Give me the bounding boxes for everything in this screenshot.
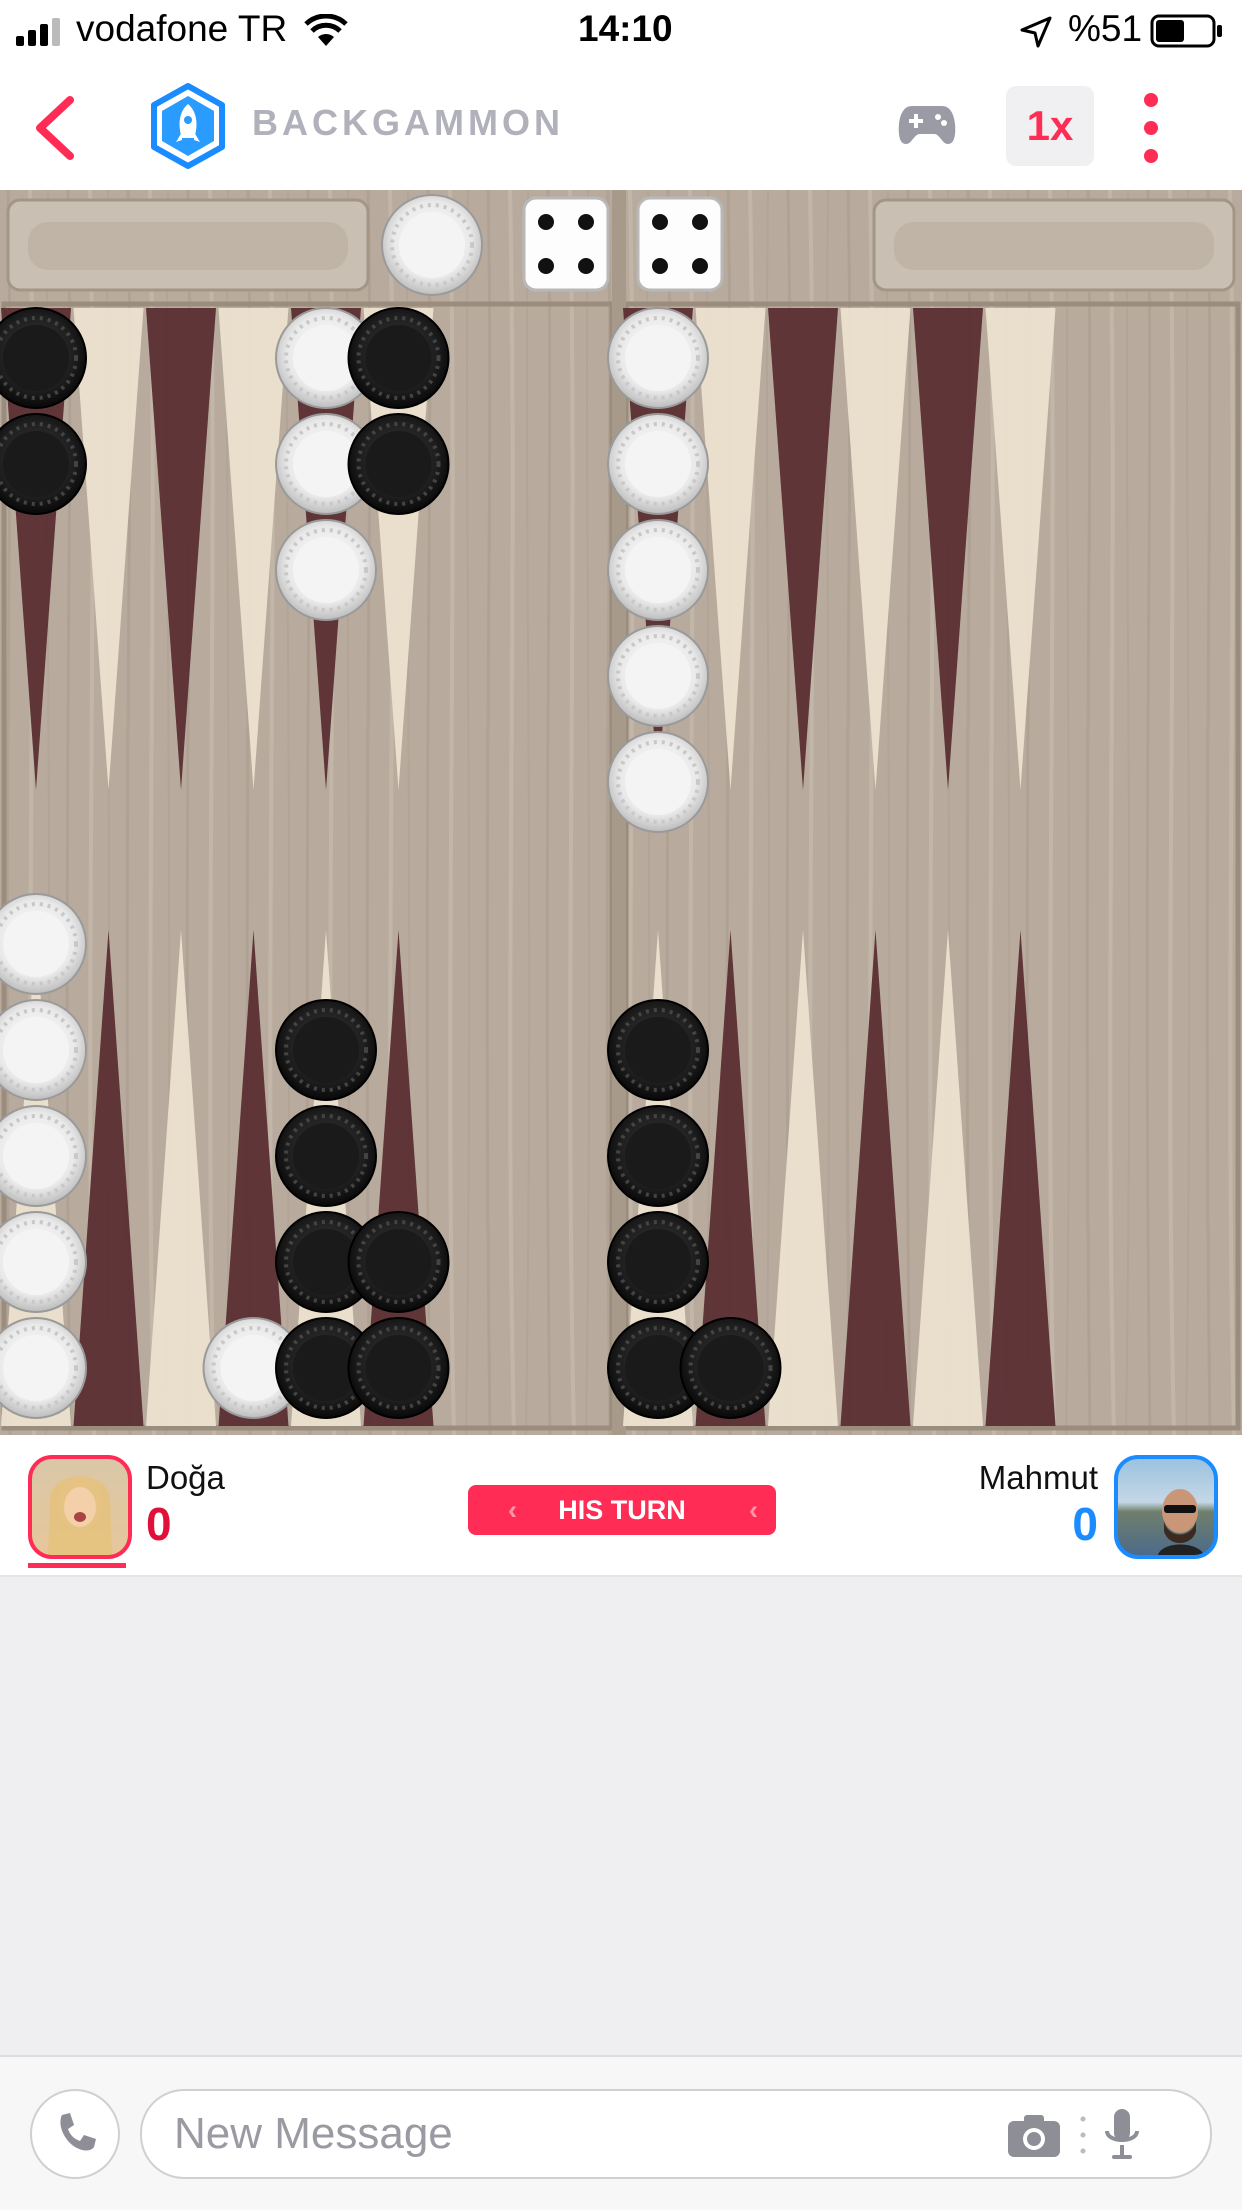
carrier-label: vodafone TR [76,8,288,49]
player-left-score: 0 [146,1498,172,1550]
speed-button[interactable]: 1x [1006,86,1094,166]
black-checker[interactable] [347,307,450,409]
message-box[interactable] [140,2089,1212,2179]
backgammon-board[interactable] [0,190,1242,1435]
black-checker[interactable] [679,1317,782,1419]
black-checker[interactable] [347,1211,450,1313]
player-left-name: Doğa [146,1459,225,1496]
white-checker[interactable] [381,194,483,296]
camera-icon[interactable] [1006,2111,1062,2159]
clock: 14:10 [578,8,673,49]
white-checker[interactable] [607,519,709,621]
microphone-icon[interactable] [1102,2107,1142,2161]
message-input[interactable] [172,2105,996,2163]
white-checker[interactable] [607,413,709,515]
app-title: BACKGAMMON [252,102,564,143]
die[interactable] [636,196,724,292]
black-checker[interactable] [607,1105,709,1207]
white-checker[interactable] [275,519,377,621]
wifi-icon [304,14,348,46]
black-checker[interactable] [275,1105,377,1207]
message-composer [0,2055,1242,2210]
white-checker[interactable] [607,625,709,727]
turn-label: HIS TURN [558,1495,686,1525]
black-checker[interactable] [607,999,709,1101]
battery-icon [1150,14,1222,48]
black-checker[interactable] [347,413,450,515]
black-checker[interactable] [607,1211,709,1313]
divider [1080,2116,1086,2154]
avatar-right[interactable] [1114,1455,1218,1559]
player-right-score: 0 [1072,1498,1098,1550]
back-button[interactable] [30,96,80,160]
white-checker[interactable] [607,307,709,409]
more-options-button[interactable] [1136,90,1166,166]
black-checker[interactable] [347,1317,450,1419]
call-button[interactable] [30,2089,120,2179]
rocket-icon [151,83,225,169]
turn-indicator: ‹ HIS TURN ‹ [468,1485,776,1535]
die[interactable] [522,196,610,292]
chevron-left-icon: ‹ [749,1495,758,1525]
player-right-name: Mahmut [978,1459,1098,1496]
nav-bar: BACKGAMMON 1x [0,62,1242,190]
active-player-indicator [28,1563,126,1568]
battery-percent: %51 [1068,8,1143,49]
black-checker[interactable] [275,999,377,1101]
white-checker[interactable] [607,731,709,833]
location-arrow-icon [1020,16,1052,48]
avatar-left[interactable] [28,1455,132,1559]
chevron-left-icon: ‹ [508,1495,517,1525]
player-bar: Doğa 0 ‹ HIS TURN ‹ Mahmut 0 [0,1435,1242,1577]
status-bar: vodafone TR 14:10 %51 [0,0,1242,62]
chat-area [0,1577,1242,2055]
phone-icon [60,2113,96,2151]
gamepad-icon[interactable] [898,102,956,146]
signal-icon [16,18,60,46]
